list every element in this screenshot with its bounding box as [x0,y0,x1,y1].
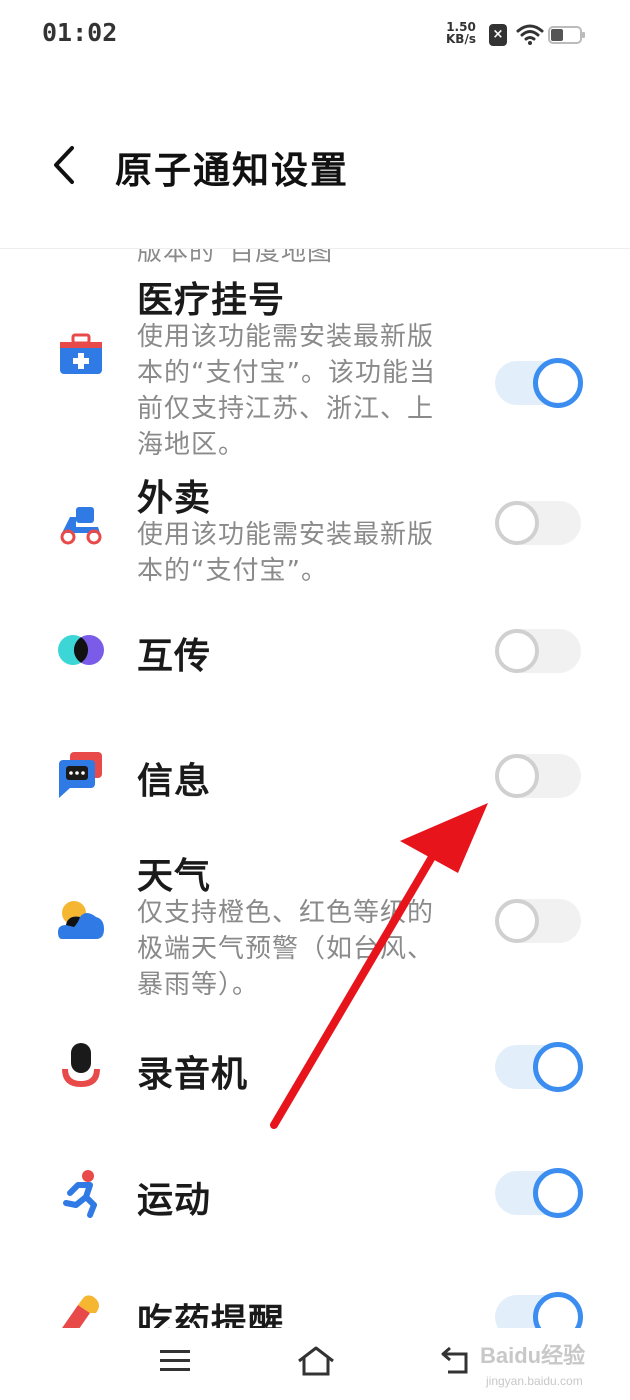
watermark-sub: jingyan.baidu.com [486,1374,583,1388]
list-item-share[interactable]: 互传 [0,621,630,681]
delivery-scooter-icon [60,507,102,545]
toggle-knob [533,358,583,408]
toggle-knob [495,629,539,673]
menu-icon[interactable] [158,1344,192,1378]
back-return-icon[interactable] [438,1344,472,1378]
page-title: 原子通知设置 [115,149,349,192]
item-desc: 使用该功能需安装最新版本的“支付宝”。该功能当前仅支持江苏、浙江、上海地区。 [137,322,436,460]
list-item-weather[interactable]: 天气 仅支持橙色、红色等级的极端天气预警（如台风、暴雨等）。 [0,847,630,1007]
settings-list[interactable]: 版本的“百度地图” 医疗挂号 使用该功能需安装最新版本的“支付宝”。该功能当前仅… [0,248,630,1328]
status-time: 01:02 [42,18,118,47]
watermark: Baidu经验 jingyan.baidu.com [480,1330,630,1400]
item-title: 天气 [137,856,212,897]
toggle-knob [495,501,539,545]
toggle-share[interactable] [495,629,581,673]
item-title: 录音机 [137,1054,249,1095]
item-title: 吃药提醒 [137,1302,286,1328]
item-title: 外卖 [137,478,212,519]
watermark-main: Baidu经验 [480,1343,586,1368]
item-desc: 使用该功能需安装最新版本的“支付宝”。 [137,520,435,586]
list-item-medical[interactable]: 医疗挂号 使用该功能需安装最新版本的“支付宝”。该功能当前仅支持江苏、浙江、上海… [0,271,630,461]
weather-sun-cloud-icon [58,901,104,939]
list-item-medicine[interactable]: 吃药提醒 [0,1289,630,1328]
share-circles-icon [58,635,104,665]
toggle-messages[interactable] [495,754,581,798]
home-icon[interactable] [296,1344,336,1378]
list-item-takeout[interactable]: 外卖 使用该功能需安装最新版本的“支付宝”。 [0,469,630,589]
list-item-recorder[interactable]: 录音机 [0,1039,630,1099]
no-sim-icon: × [489,24,507,46]
chevron-left-icon[interactable] [48,144,80,186]
list-item-messages[interactable]: 信息 [0,746,630,806]
network-speed: 1.50 KB/s [446,21,476,45]
header: 原子通知设置 [0,110,630,220]
item-title: 互传 [137,636,212,677]
item-desc: 仅支持橙色、红色等级的极端天气预警（如台风、暴雨等）。 [137,898,435,1000]
toggle-knob [495,754,539,798]
status-bar: 01:02 1.50 KB/s × [0,0,630,70]
pill-icon [62,1295,99,1328]
item-title: 运动 [137,1180,212,1221]
toggle-sports[interactable] [495,1168,583,1218]
partial-item-desc: 版本的“百度地图” [137,248,347,266]
item-title: 医疗挂号 [137,280,286,321]
toggle-weather[interactable] [495,899,581,943]
microphone-icon [62,1043,100,1087]
toggle-knob [533,1168,583,1218]
toggle-knob [533,1292,583,1328]
list-item-sports[interactable]: 运动 [0,1165,630,1225]
toggle-takeout[interactable] [495,501,581,545]
battery-icon [548,26,585,44]
network-speed-unit: KB/s [446,32,476,46]
toggle-recorder[interactable] [495,1042,583,1092]
toggle-knob [533,1042,583,1092]
item-title: 信息 [137,761,212,802]
wifi-icon [516,24,544,45]
message-bubble-icon [59,752,102,798]
running-person-icon [63,1170,97,1218]
medical-kit-icon [60,333,102,374]
toggle-knob [495,899,539,943]
toggle-medicine[interactable] [495,1292,583,1328]
toggle-medical[interactable] [495,358,583,408]
